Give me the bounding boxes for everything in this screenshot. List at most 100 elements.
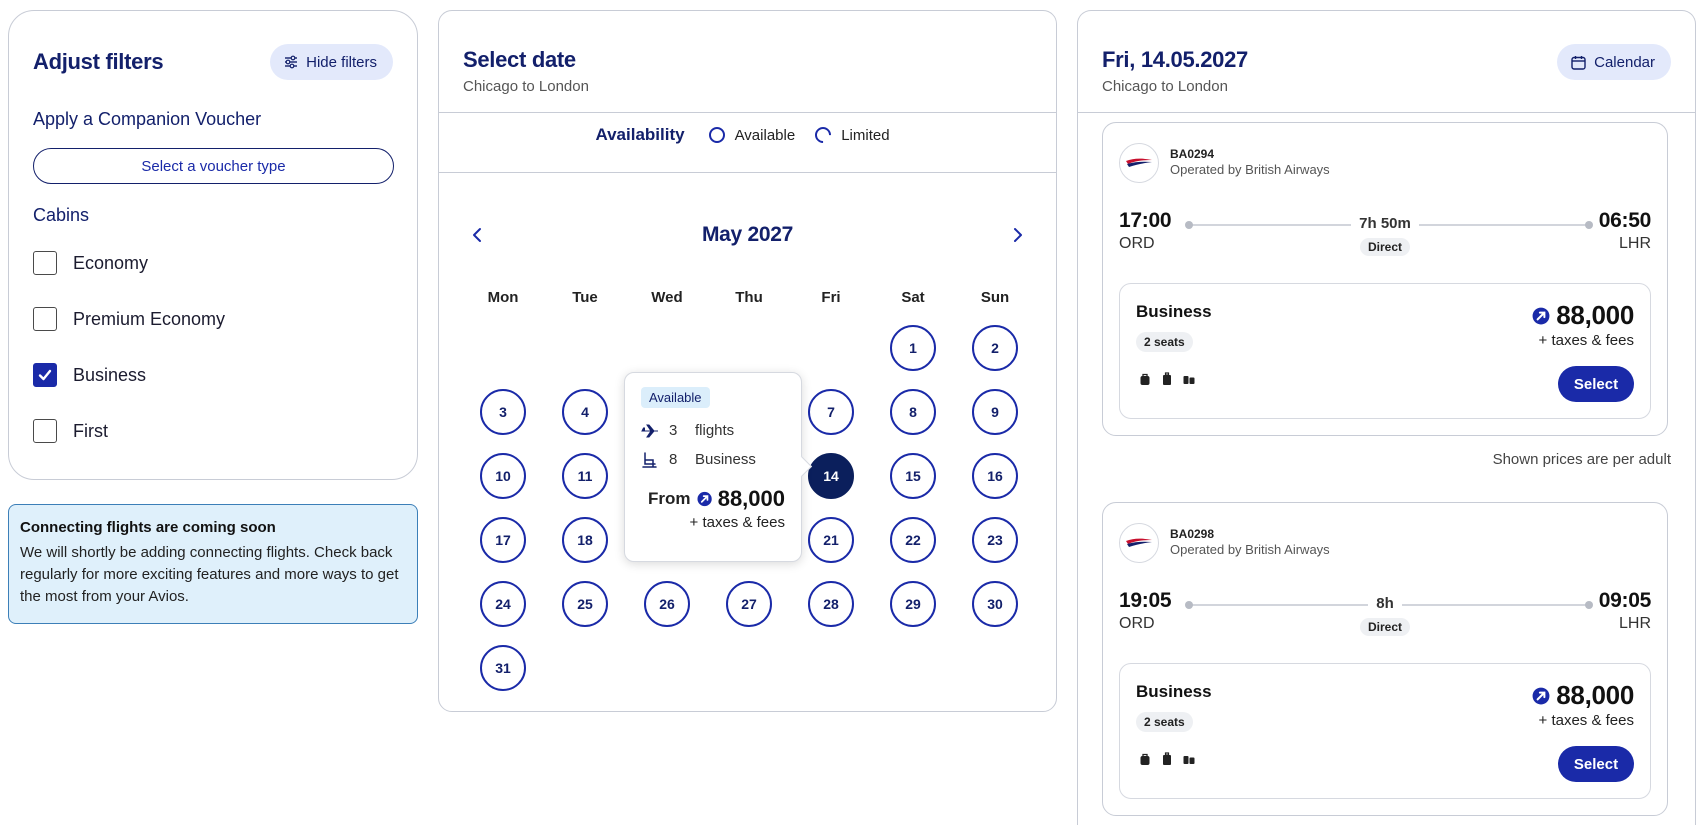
availability-badge: Available	[641, 387, 710, 408]
select-voucher-button[interactable]: Select a voucher type	[33, 148, 394, 184]
stops-badge: Direct	[1359, 238, 1411, 256]
seats-badge: 2 seats	[1136, 332, 1193, 352]
calendar-button-label: Calendar	[1594, 53, 1655, 71]
calendar-day[interactable]: 30	[972, 581, 1018, 627]
limited-legend-icon	[811, 123, 835, 147]
calendar-day[interactable]: 24	[480, 581, 526, 627]
avios-icon	[1532, 307, 1550, 324]
flights-label: flights	[695, 422, 735, 439]
calendar-day[interactable]: 4	[562, 389, 608, 435]
month-title: May 2027	[701, 223, 793, 246]
avios-icon	[696, 491, 712, 507]
cabin-option-premium-economy[interactable]: Premium Economy	[33, 307, 225, 331]
flight-results-panel: Fri, 14.05.2027 Chicago to London Calend…	[1077, 10, 1696, 825]
calendar-day[interactable]: 7	[808, 389, 854, 435]
flights-route: Chicago to London	[1102, 78, 1228, 95]
calendar-day[interactable]: 8	[890, 389, 936, 435]
calendar-day[interactable]: 23	[972, 517, 1018, 563]
legend-available-label: Available	[734, 126, 796, 144]
select-flight-button[interactable]: Select	[1558, 366, 1634, 402]
british-airways-logo	[1119, 143, 1159, 183]
next-month-button[interactable]	[1004, 221, 1032, 249]
departure-airport: ORD	[1119, 615, 1155, 632]
calendar-day[interactable]: 22	[890, 517, 936, 563]
amenity-icons	[1138, 752, 1196, 766]
calendar-day[interactable]: 25	[562, 581, 608, 627]
calendar-day[interactable]: 2	[972, 325, 1018, 371]
calendar-day[interactable]: 28	[808, 581, 854, 627]
previous-month-button[interactable]	[463, 221, 491, 249]
calendar-route: Chicago to London	[463, 78, 589, 95]
flights-count: 3	[669, 422, 678, 439]
seats-cabin-label: Business	[695, 451, 756, 468]
operator-label: Operated by British Airways	[1170, 162, 1330, 177]
calendar-day[interactable]: 26	[644, 581, 690, 627]
calendar-day[interactable]: 11	[562, 453, 608, 499]
stops-badge: Direct	[1359, 618, 1411, 636]
select-flight-button[interactable]: Select	[1558, 746, 1634, 782]
calendar-day[interactable]: 29	[890, 581, 936, 627]
cabin-option-economy[interactable]: Economy	[33, 251, 148, 275]
hide-filters-button[interactable]: Hide filters	[270, 44, 393, 80]
taxes-note: + taxes & fees	[1538, 712, 1634, 729]
calendar-icon	[1571, 55, 1586, 70]
weekday-header: Sun	[980, 289, 1010, 306]
tooltip-seats-row: 8 Business	[641, 451, 785, 468]
day-availability-tooltip: Available 3 flights 8 Business From 88,0…	[624, 372, 802, 562]
weekday-header: Mon	[487, 289, 519, 306]
weekday-header: Tue	[572, 289, 598, 306]
weekday-header: Sat	[901, 289, 925, 306]
cabin-option-business[interactable]: Business	[33, 363, 146, 387]
checked-bags-icon	[1183, 376, 1195, 384]
cabin-bag-icon	[1163, 372, 1171, 385]
calendar-day[interactable]: 16	[972, 453, 1018, 499]
calendar-day[interactable]: 15	[890, 453, 936, 499]
divider	[1078, 112, 1695, 113]
tooltip-flights-row: 3 flights	[641, 422, 785, 439]
weekday-header: Wed	[651, 289, 683, 306]
backpack-icon	[1140, 373, 1150, 385]
flight-number: BA0294	[1170, 147, 1215, 161]
arrival-airport: LHR	[1618, 615, 1651, 632]
calendar-day[interactable]: 1	[890, 325, 936, 371]
calendar-day[interactable]: 21	[808, 517, 854, 563]
chevron-left-icon	[473, 228, 481, 242]
calendar-day[interactable]: 18	[562, 517, 608, 563]
flight-card: BA0294 Operated by British Airways 17:00…	[1102, 122, 1668, 436]
cabin-label: Premium Economy	[73, 308, 226, 329]
economy-checkbox[interactable]	[33, 251, 57, 275]
calendar-day[interactable]: 17	[480, 517, 526, 563]
premium-economy-checkbox[interactable]	[33, 307, 57, 331]
business-checkbox[interactable]	[33, 363, 57, 387]
hide-filters-label: Hide filters	[306, 53, 377, 71]
duration-label: 7h 50m	[1351, 215, 1419, 232]
cabin-label: Economy	[73, 252, 149, 273]
filters-title: Adjust filters	[33, 49, 164, 74]
calendar-day[interactable]: 3	[480, 389, 526, 435]
cabin-label: Business	[73, 364, 147, 385]
first-checkbox[interactable]	[33, 419, 57, 443]
month-navigation: May 2027	[463, 219, 1032, 251]
seat-icon	[642, 451, 657, 468]
arrival-airport: LHR	[1618, 235, 1651, 252]
price-value: 88,000	[1556, 680, 1634, 710]
chevron-right-icon	[1013, 228, 1022, 242]
calendar-day[interactable]: 27	[726, 581, 772, 627]
calendar-day[interactable]: 10	[480, 453, 526, 499]
cabin-bag-icon	[1163, 752, 1171, 765]
calendar-day[interactable]: 31	[480, 645, 526, 691]
calendar-button[interactable]: Calendar	[1557, 44, 1671, 80]
cabin-name: Business	[1136, 302, 1212, 321]
calendar-day-selected[interactable]: 14	[808, 453, 854, 499]
calendar-title: Select date	[463, 47, 576, 72]
from-label: From	[648, 489, 691, 508]
available-legend-icon	[708, 127, 725, 143]
fare-price: 88,000	[1532, 300, 1634, 331]
divider	[439, 172, 1056, 173]
flight-card: BA0298 Operated by British Airways 19:05…	[1102, 502, 1668, 816]
cabin-option-first[interactable]: First	[33, 419, 108, 443]
amenity-icons	[1138, 372, 1196, 386]
checkmark-icon	[38, 369, 52, 381]
calendar-day[interactable]: 9	[972, 389, 1018, 435]
flight-duration: 8h	[1103, 595, 1667, 612]
